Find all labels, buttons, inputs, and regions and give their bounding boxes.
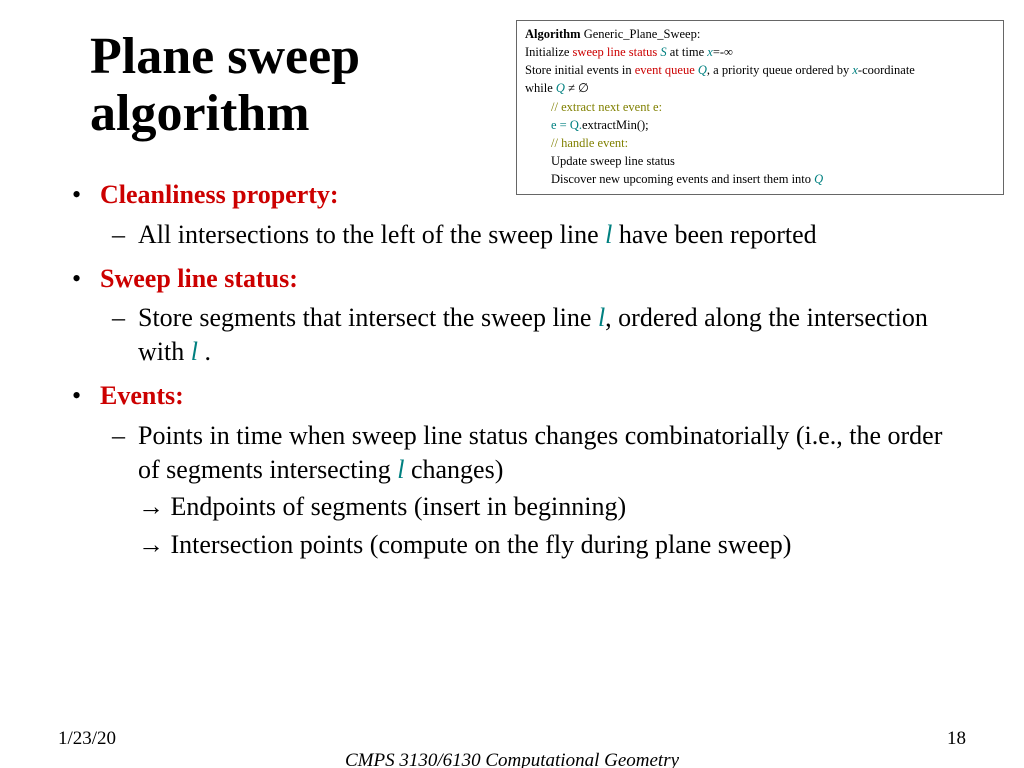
algo-header-prefix: Algorithm xyxy=(525,27,581,41)
sub-item: All intersections to the left of the swe… xyxy=(138,218,970,252)
bullet-head: Cleanliness property: xyxy=(100,180,339,209)
algorithm-box: Algorithm Generic_Plane_Sweep: Initializ… xyxy=(516,20,1004,195)
algo-header-name: Generic_Plane_Sweep: xyxy=(581,27,701,41)
sub-item: → Intersection points (compute on the fl… xyxy=(138,528,970,562)
title-line-1: Plane sweep xyxy=(90,28,360,85)
slide-title: Plane sweep algorithm xyxy=(90,28,510,142)
slide-body: Cleanliness property: All intersections … xyxy=(60,172,970,572)
sub-list: All intersections to the left of the swe… xyxy=(100,218,970,252)
sub-list: Points in time when sweep line status ch… xyxy=(100,419,970,562)
algo-line-1: Initialize sweep line status S at time x… xyxy=(525,43,995,61)
bullet-head: Sweep line status: xyxy=(100,264,298,293)
sub-item: Store segments that intersect the sweep … xyxy=(138,301,970,369)
bullet-head: Events: xyxy=(100,381,184,410)
t: All intersections to the left of the swe… xyxy=(138,220,605,249)
footer-date: 1/23/20 xyxy=(58,728,116,750)
var-l: l xyxy=(191,337,198,366)
footer-course: CMPS 3130/6130 Computational Geometry xyxy=(0,750,1024,768)
algo-comment-2: // handle event: xyxy=(551,134,995,152)
t: Store segments that intersect the sweep … xyxy=(138,303,598,332)
bullet-events: Events: Points in time when sweep line s… xyxy=(100,379,970,562)
var-Q: Q xyxy=(556,81,565,95)
t: event queue xyxy=(635,63,695,77)
algo-line-3: while Q ≠ ∅ xyxy=(525,79,995,97)
t: . xyxy=(198,337,211,366)
algo-line-2: Store initial events in event queue Q, a… xyxy=(525,61,995,79)
bullet-sweep-status: Sweep line status: Store segments that i… xyxy=(100,262,970,369)
t: =-∞ xyxy=(713,45,733,59)
footer-page: 18 xyxy=(947,728,966,750)
t: extractMin(); xyxy=(582,118,649,132)
var-Q: Q xyxy=(698,63,707,77)
t: while xyxy=(525,81,556,95)
algo-header: Algorithm Generic_Plane_Sweep: xyxy=(525,25,995,43)
sub-item: → Endpoints of segments (insert in begin… xyxy=(138,490,970,524)
algo-line-5: e = Q.extractMin(); xyxy=(551,116,995,134)
t: changes) xyxy=(404,455,503,484)
t: -coordinate xyxy=(858,63,915,77)
t: at time xyxy=(667,45,708,59)
title-line-2: algorithm xyxy=(90,85,310,142)
t: Store initial events in xyxy=(525,63,635,77)
algo-comment-1: // extract next event e: xyxy=(551,98,995,116)
t: have been reported xyxy=(612,220,816,249)
bullet-list: Cleanliness property: All intersections … xyxy=(60,178,970,562)
sub-list: Store segments that intersect the sweep … xyxy=(100,301,970,369)
algo-line-7: Update sweep line status xyxy=(551,152,995,170)
bullet-cleanliness: Cleanliness property: All intersections … xyxy=(100,178,970,252)
t: e = Q. xyxy=(551,118,582,132)
sub-item: Points in time when sweep line status ch… xyxy=(138,419,970,487)
t: , a priority queue ordered by xyxy=(707,63,852,77)
t: sweep line status xyxy=(573,45,658,59)
t: Points in time when sweep line status ch… xyxy=(138,421,942,484)
t: Initialize xyxy=(525,45,573,59)
slide: Plane sweep algorithm Algorithm Generic_… xyxy=(0,0,1024,768)
t: ≠ ∅ xyxy=(565,81,589,95)
